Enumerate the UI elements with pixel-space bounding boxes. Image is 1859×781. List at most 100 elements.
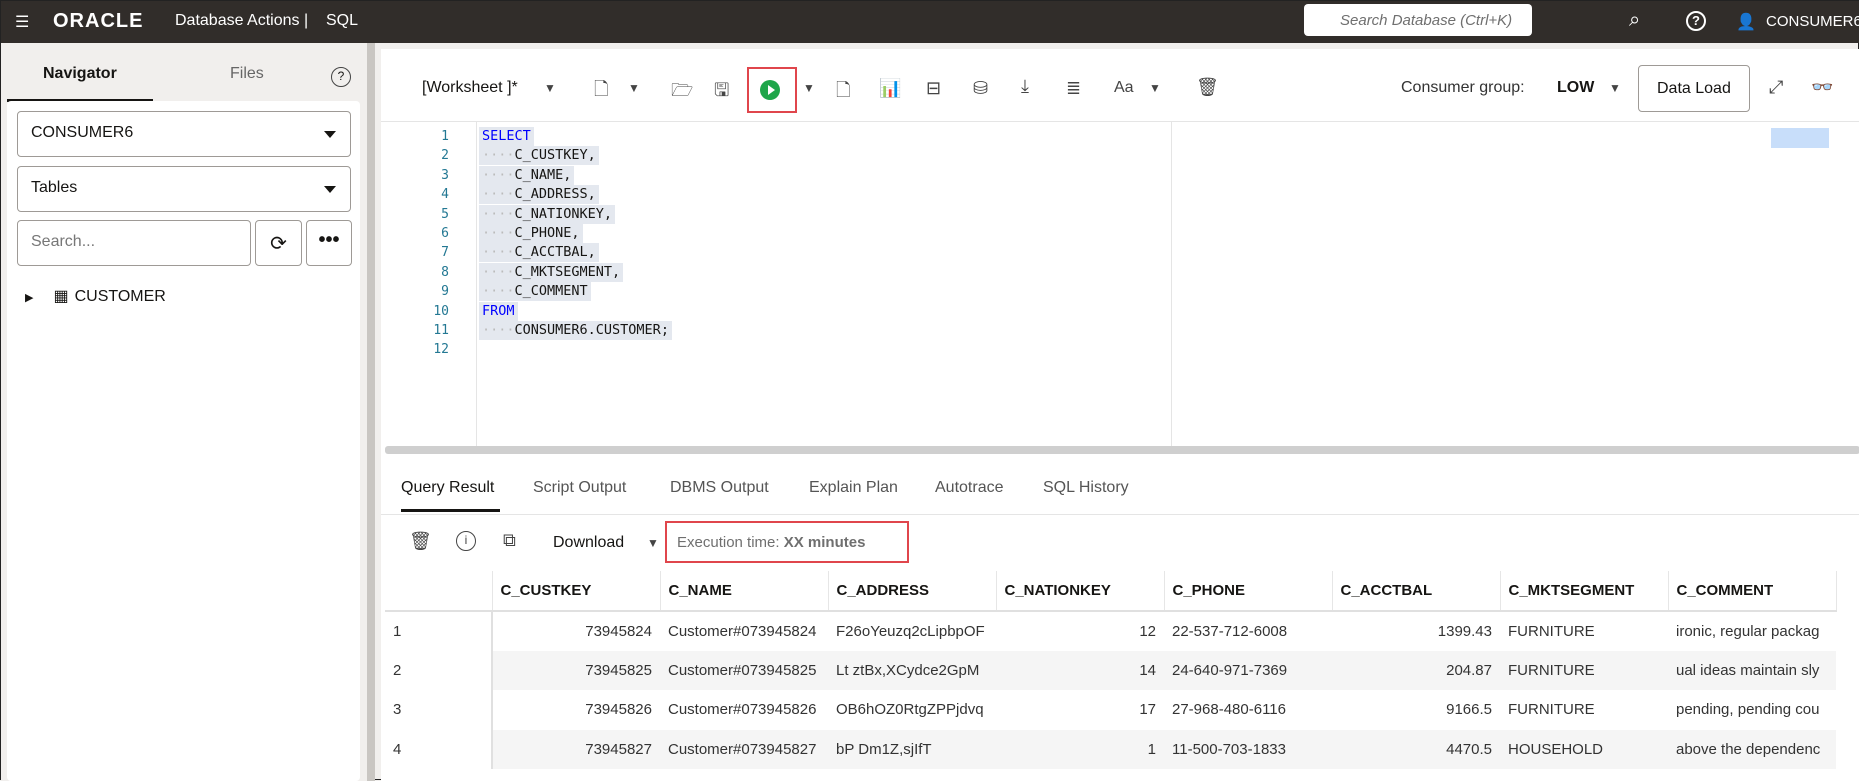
table-cell[interactable]: Customer#073945824 — [660, 611, 828, 651]
hamburger-menu-icon[interactable]: ☰ — [15, 12, 29, 32]
row-number[interactable]: 3 — [385, 690, 493, 730]
table-cell[interactable]: FURNITURE — [1500, 650, 1668, 690]
help-icon[interactable]: ? — [331, 67, 351, 87]
chevron-down-icon[interactable]: ▼ — [647, 536, 659, 550]
tab-query-result[interactable]: Query Result — [401, 479, 494, 497]
table-cell[interactable]: F26oYeuzq2cLipbpOF — [828, 611, 996, 651]
column-header[interactable]: C_NATIONKEY — [996, 571, 1165, 612]
table-cell[interactable]: above the dependenc — [1668, 729, 1836, 769]
open-external-icon[interactable]: ⧉ — [503, 530, 516, 551]
column-header[interactable]: C_COMMENT — [1668, 571, 1837, 612]
table-cell[interactable]: 17 — [996, 690, 1164, 730]
tab-autotrace[interactable]: Autotrace — [935, 479, 1003, 497]
table-cell[interactable]: Lt ztBx,XCydce2GpM — [828, 650, 996, 690]
table-cell[interactable]: 22-537-712-6008 — [1164, 611, 1332, 651]
font-size-icon[interactable]: Aa — [1114, 79, 1134, 97]
tab-script-output[interactable]: Script Output — [533, 479, 626, 497]
open-folder-icon[interactable]: 🗁 — [671, 78, 693, 108]
object-type-select[interactable]: Tables — [17, 166, 351, 212]
row-number[interactable]: 1 — [385, 611, 493, 651]
table-cell[interactable]: 11-500-703-1833 — [1164, 729, 1332, 769]
row-number[interactable]: 4 — [385, 729, 493, 769]
column-header[interactable]: C_ADDRESS — [828, 571, 997, 612]
more-button[interactable]: ••• — [306, 220, 352, 266]
trash-icon[interactable]: 🗑 — [409, 531, 432, 552]
chevron-down-icon[interactable]: ▼ — [1149, 81, 1161, 95]
expand-icon[interactable]: ▶ — [25, 292, 33, 304]
tab-sql-history[interactable]: SQL History — [1043, 479, 1129, 497]
run-script-icon[interactable]: 🗋 — [836, 78, 850, 108]
table-cell[interactable]: FURNITURE — [1500, 611, 1668, 651]
table-cell[interactable]: 204.87 — [1332, 650, 1500, 690]
search-icon[interactable]: ⌕ — [1629, 9, 1640, 32]
binoculars-icon[interactable]: 👓 — [1811, 77, 1833, 98]
row-number[interactable]: 2 — [385, 650, 493, 690]
table-cell[interactable]: Customer#073945826 — [660, 690, 828, 730]
tab-files[interactable]: Files — [230, 65, 264, 83]
column-header[interactable]: C_CUSTKEY — [492, 571, 661, 612]
column-header[interactable]: C_ACCTBAL — [1332, 571, 1501, 612]
table-cell[interactable]: HOUSEHOLD — [1500, 729, 1668, 769]
download-button[interactable]: Download — [553, 534, 624, 552]
chevron-down-icon[interactable]: ▼ — [628, 81, 640, 95]
section-title[interactable]: SQL — [326, 12, 358, 30]
sql-editor[interactable] — [381, 121, 1859, 448]
table-cell[interactable]: 4470.5 — [1332, 729, 1500, 769]
data-load-button[interactable]: Data Load — [1638, 65, 1750, 112]
info-icon[interactable]: i — [456, 531, 476, 551]
table-cell[interactable]: 73945826 — [492, 690, 660, 730]
table-cell[interactable]: bP Dm1Z,sjIfT — [828, 729, 996, 769]
column-header[interactable]: C_MKTSEGMENT — [1500, 571, 1669, 612]
table-cell[interactable]: 9166.5 — [1332, 690, 1500, 730]
table-cell[interactable]: 73945824 — [492, 611, 660, 651]
table-cell[interactable]: OB6hOZ0RtgZPPjdvq — [828, 690, 996, 730]
chevron-down-icon[interactable]: ▼ — [1609, 81, 1621, 95]
chart-icon[interactable]: 📊 — [879, 78, 901, 99]
user-icon[interactable]: 👤 — [1736, 12, 1756, 32]
table-row[interactable]: 1 73945824 Customer#073945824 F26oYeuzq2cLi… — [385, 611, 1836, 651]
database-icon[interactable]: ⛁ — [973, 78, 988, 99]
user-menu[interactable]: CONSUMER6 — [1766, 13, 1859, 30]
expand-icon[interactable]: ⤢ — [1769, 77, 1783, 98]
panel-splitter[interactable] — [367, 43, 375, 781]
tab-explain-plan[interactable]: Explain Plan — [809, 479, 898, 497]
chevron-down-icon[interactable]: ▼ — [803, 81, 815, 95]
table-cell[interactable]: 14 — [996, 650, 1164, 690]
table-row[interactable]: 3 73945826 Customer#073945826 OB6hOZ0RtgZPP… — [385, 690, 1836, 730]
minimap[interactable] — [1771, 128, 1829, 148]
table-cell[interactable]: 27-968-480-6116 — [1164, 690, 1332, 730]
tab-dbms-output[interactable]: DBMS Output — [670, 479, 769, 497]
table-cell[interactable]: FURNITURE — [1500, 690, 1668, 730]
table-cell[interactable]: Customer#073945825 — [660, 650, 828, 690]
table-cell[interactable]: 73945825 — [492, 650, 660, 690]
column-header[interactable]: C_NAME — [660, 571, 829, 612]
tab-navigator[interactable]: Navigator — [43, 65, 117, 83]
worksheet-select[interactable]: [Worksheet ]* — [422, 79, 518, 97]
tree-item-customer[interactable]: ▶ ▦ CUSTOMER — [25, 286, 166, 306]
explain-plan-icon[interactable]: ⊟ — [926, 78, 941, 99]
search-database-input[interactable]: Search Database (Ctrl+K) — [1304, 4, 1532, 36]
run-statement-button[interactable] — [760, 80, 780, 100]
new-worksheet-icon[interactable]: 🗋 — [594, 77, 608, 107]
table-cell[interactable]: ironic, regular packag — [1668, 611, 1836, 651]
table-cell[interactable]: Customer#073945827 — [660, 729, 828, 769]
download-icon[interactable]: ⤓ — [1021, 76, 1029, 97]
help-icon[interactable]: ? — [1686, 11, 1706, 31]
format-icon[interactable]: ≣ — [1066, 78, 1081, 99]
table-cell[interactable]: 12 — [996, 611, 1164, 651]
schema-select[interactable]: CONSUMER6 — [17, 111, 351, 157]
table-cell[interactable]: pending, pending cou — [1668, 690, 1836, 730]
consumer-group-select[interactable]: LOW — [1557, 79, 1594, 97]
table-row[interactable]: 2 73945825 Customer#073945825 Lt ztBx,XCydc… — [385, 650, 1836, 690]
editor-splitter-scrollbar[interactable] — [385, 446, 1859, 454]
navigator-search-input[interactable]: Search... — [17, 220, 251, 266]
chevron-down-icon[interactable]: ▼ — [544, 81, 556, 95]
trash-icon[interactable]: 🗑 — [1196, 77, 1219, 98]
table-cell[interactable]: 24-640-971-7369 — [1164, 650, 1332, 690]
table-cell[interactable]: 1399.43 — [1332, 611, 1500, 651]
table-cell[interactable]: ual ideas maintain sly — [1668, 650, 1836, 690]
table-row[interactable]: 4 73945827 Customer#073945827 bP Dm1Z,sjIfT… — [385, 729, 1836, 769]
column-header[interactable]: C_PHONE — [1164, 571, 1333, 612]
table-cell[interactable]: 73945827 — [492, 729, 660, 769]
save-icon[interactable]: 🖫 — [714, 78, 729, 108]
